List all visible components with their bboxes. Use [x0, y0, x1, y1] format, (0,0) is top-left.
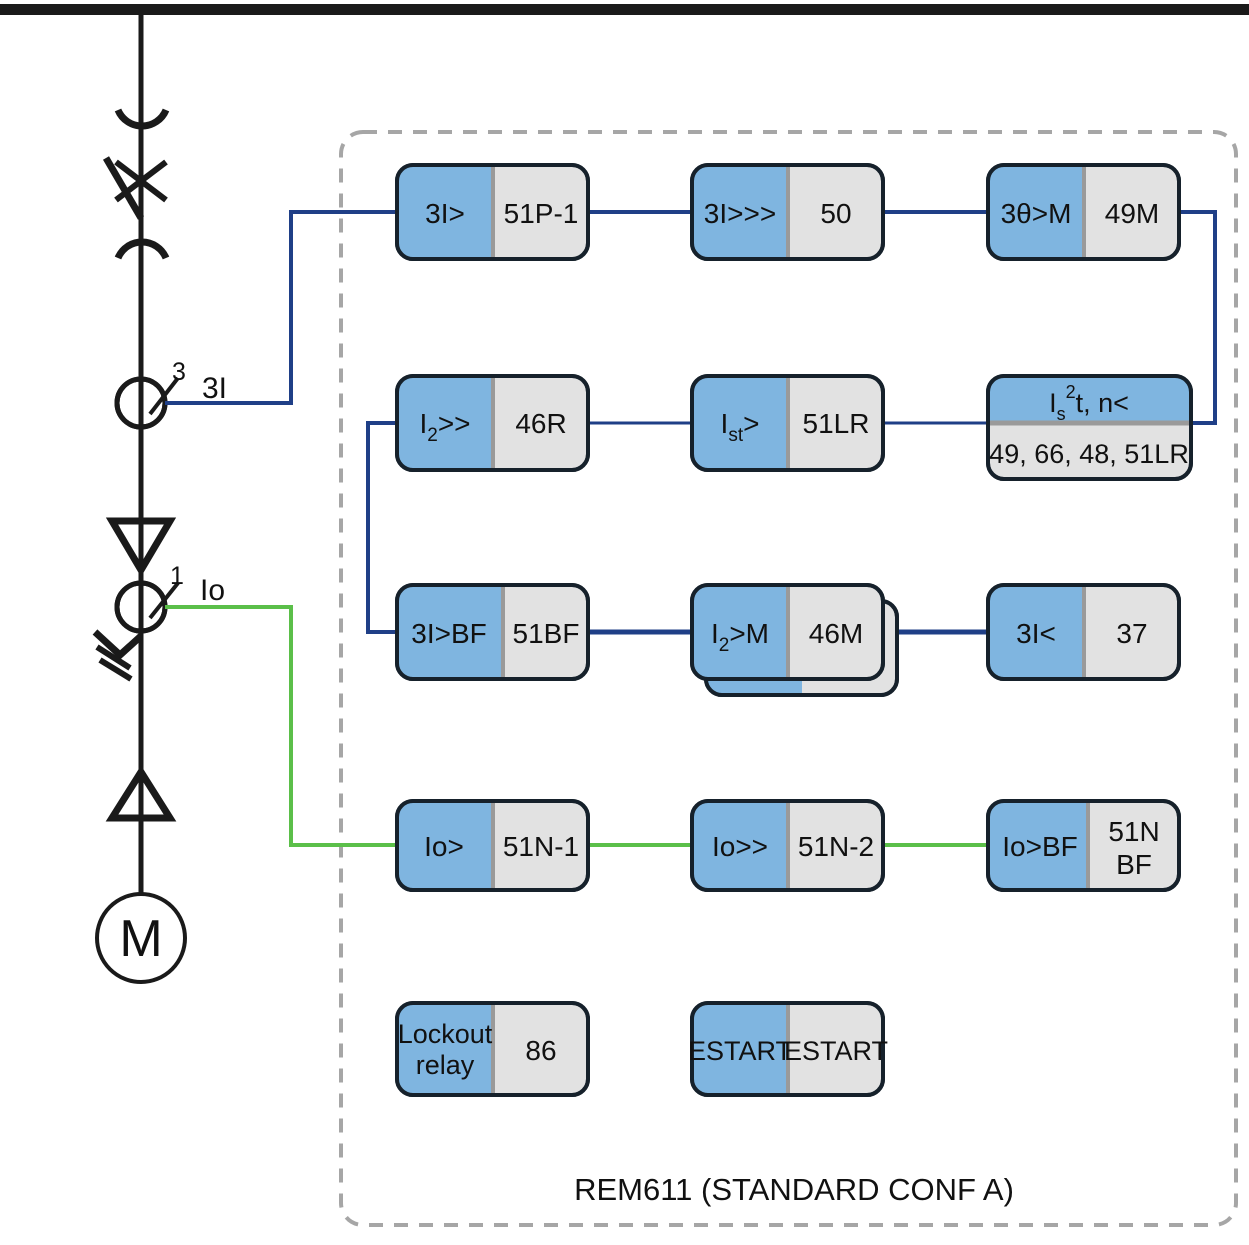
function-block-estart[interactable]: ESTART ESTART — [688, 1001, 888, 1097]
function-block-49m[interactable]: 3θ>M 49M — [986, 163, 1181, 261]
cable-screen-earth-icon — [92, 629, 144, 682]
block-right-label: 51N-1 — [503, 831, 579, 862]
block-right-label: 46R — [515, 408, 566, 439]
function-block-46m[interactable]: I2>M 46M — [690, 583, 885, 681]
busbar — [0, 4, 1249, 15]
function-block-51p1[interactable]: 3I> 51P-1 — [395, 163, 590, 261]
phase-ct-ratio-label: 3 — [172, 358, 186, 386]
block-left-label: Io> — [424, 831, 464, 862]
block-left-label: ESTART — [688, 1036, 792, 1066]
block-left-label: 3I< — [1016, 618, 1056, 649]
earth-ct-ratio-label: 1 — [170, 562, 184, 590]
function-block-86[interactable]: Lockout relay 86 — [395, 1001, 590, 1097]
block-right-label: 51BF — [513, 618, 580, 649]
block-right-label: 46M — [809, 618, 863, 649]
block-right-label: 86 — [525, 1035, 556, 1066]
block-bottom-label: 49, 66, 48, 51LR — [989, 439, 1189, 469]
block-left-label: 3θ>M — [1001, 198, 1072, 229]
motor-symbol: M — [95, 892, 187, 984]
block-left-label: Io>> — [712, 831, 768, 862]
block-left-label-line1: Lockout — [398, 1019, 493, 1049]
block-right-label: 51N-2 — [798, 831, 874, 862]
withdrawable-circuit-breaker — [102, 108, 170, 260]
protection-single-line-diagram: 3 1 M 3I Io 3I> 51P-1 3I>>> 50 3θ>M 49M … — [0, 0, 1249, 1245]
function-block-51n2[interactable]: Io>> 51N-2 — [690, 799, 885, 892]
function-block-37[interactable]: 3I< 37 — [986, 583, 1181, 681]
function-block-46r[interactable]: I2>> 46R — [395, 374, 590, 472]
diagram-canvas: 3 1 M 3I Io 3I> 51P-1 3I>>> 50 3θ>M 49M … — [0, 4, 1249, 1227]
phase-signal-label: 3I — [202, 372, 227, 405]
earth-current-transformer: 1 — [114, 560, 184, 898]
block-right-label: 37 — [1116, 618, 1147, 649]
motor-label: M — [119, 910, 162, 968]
function-block-51n1[interactable]: Io> 51N-1 — [395, 799, 590, 892]
block-left-label-line2: relay — [416, 1050, 475, 1080]
block-left-label: 3I>BF — [411, 618, 486, 649]
block-right-label: 51P-1 — [504, 198, 579, 229]
block-left-label: 3I> — [425, 198, 465, 229]
block-left-label: 3I>>> — [704, 198, 776, 229]
function-block-thermal-overload[interactable]: Is2t, n< 49, 66, 48, 51LR — [986, 374, 1193, 481]
diagram-caption: REM611 (STANDARD CONF A) — [574, 1172, 1014, 1207]
phase-current-transformer: 3 — [114, 10, 186, 898]
block-right-label: 51LR — [803, 408, 870, 439]
function-block-50[interactable]: 3I>>> 50 — [690, 163, 885, 261]
earth-signal-label: Io — [200, 574, 225, 607]
function-block-51bf[interactable]: 3I>BF 51BF — [395, 583, 590, 681]
block-right-label-line1: 51N — [1108, 816, 1159, 847]
block-left-label: Io>BF — [1002, 831, 1077, 862]
function-block-51nbf[interactable]: Io>BF 51N BF — [986, 799, 1181, 892]
block-right-label: 50 — [820, 198, 851, 229]
block-right-label: 49M — [1105, 198, 1159, 229]
block-right-label: ESTART — [784, 1036, 888, 1066]
function-block-51lr[interactable]: Ist> 51LR — [690, 374, 885, 472]
block-right-label-line2: BF — [1116, 849, 1152, 880]
